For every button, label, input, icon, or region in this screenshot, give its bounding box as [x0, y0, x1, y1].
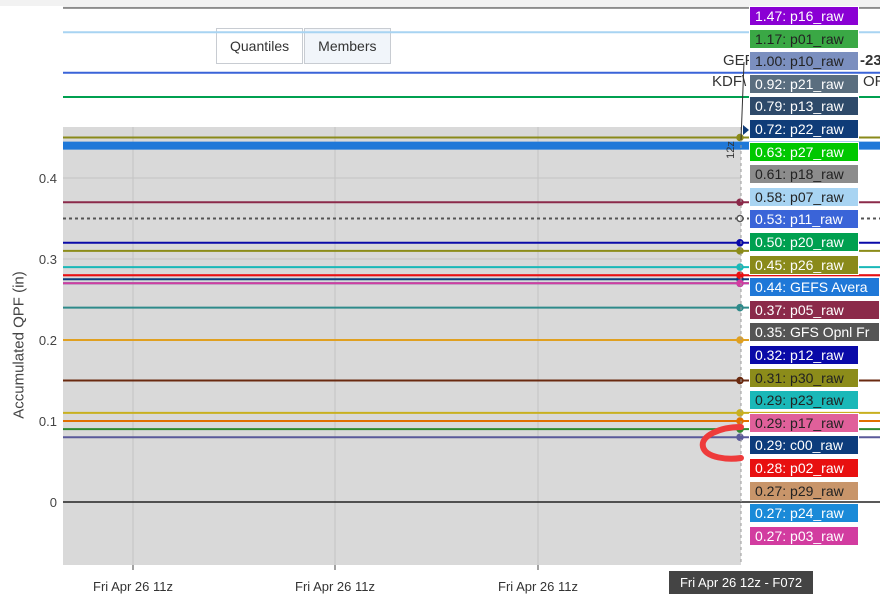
hover-label: 0.29: p23_raw [749, 390, 859, 411]
series-marker [736, 279, 744, 288]
series-marker [736, 247, 744, 255]
plot-area [63, 127, 741, 565]
y-tick-label: 0.3 [39, 252, 57, 267]
hover-label: 1.47: p16_raw [749, 6, 859, 26]
x-tick-label: Fri Apr 26 11z [498, 579, 578, 594]
qpf-chart[interactable]: 0 0.1 0.2 0.3 0.4 Fri Apr 26 11z Fri Apr 26 11… [0, 0, 880, 602]
hover-label: 0.28: p02_raw [749, 458, 859, 478]
hover-label: 0.72: p22_raw [749, 119, 859, 139]
hover-label: 0.37: p05_raw [749, 299, 880, 320]
hover-label: 0.32: p12_raw [749, 345, 859, 365]
series-marker [736, 433, 744, 441]
y-tick-label: 0.1 [39, 414, 57, 429]
hover-label: 0.53: p11_raw [749, 209, 859, 230]
series-marker [736, 239, 744, 247]
hover-label: 0.63: p27_raw [749, 141, 859, 162]
series-marker [736, 198, 744, 207]
hover-label: 0.27: p24_raw [749, 503, 859, 524]
hover-label: 0.35: GFS Opnl Fr [749, 322, 880, 343]
series-marker [736, 214, 744, 223]
series-marker [736, 409, 744, 417]
hover-label: 0.27: p03_raw [749, 525, 859, 546]
hover-x-label: Fri Apr 26 12z - F072 [669, 571, 813, 594]
hover-label: 0.92: p21_raw [749, 73, 859, 94]
hover-label: 0.45: p26_raw [749, 254, 859, 275]
y-tick-label: 0 [50, 495, 57, 510]
series-marker [736, 271, 744, 279]
x-tick-label: Fri Apr 26 11z [93, 579, 173, 594]
x-tick-label: Fri Apr 26 11z [295, 579, 375, 594]
hover-label: 0.29: p17_raw [749, 412, 859, 433]
series-marker [736, 376, 744, 385]
hover-time-tag: 12z [725, 141, 737, 159]
hover-label: 0.79: p13_raw [749, 96, 859, 117]
y-tick-label: 0.2 [39, 333, 57, 348]
series-marker [736, 263, 744, 271]
hover-label: 0.61: p18_raw [749, 164, 859, 185]
hover-label: 1.00: p10_raw [749, 51, 859, 72]
hover-label: 0.27: p29_raw [749, 480, 859, 501]
series-marker [736, 133, 744, 142]
series-marker [736, 303, 744, 312]
series-marker [736, 336, 744, 344]
hover-label: 0.31: p30_raw [749, 367, 859, 388]
series-marker [736, 417, 744, 425]
hover-label: 0.29: c00_raw [749, 435, 859, 456]
hover-label: 1.17: p01_raw [749, 28, 859, 49]
hover-label: 0.44: GEFS Avera [749, 277, 880, 298]
hover-label: 0.50: p20_raw [749, 232, 859, 252]
y-tick-label: 0.4 [39, 171, 57, 186]
hover-label: 0.58: p07_raw [749, 186, 859, 207]
